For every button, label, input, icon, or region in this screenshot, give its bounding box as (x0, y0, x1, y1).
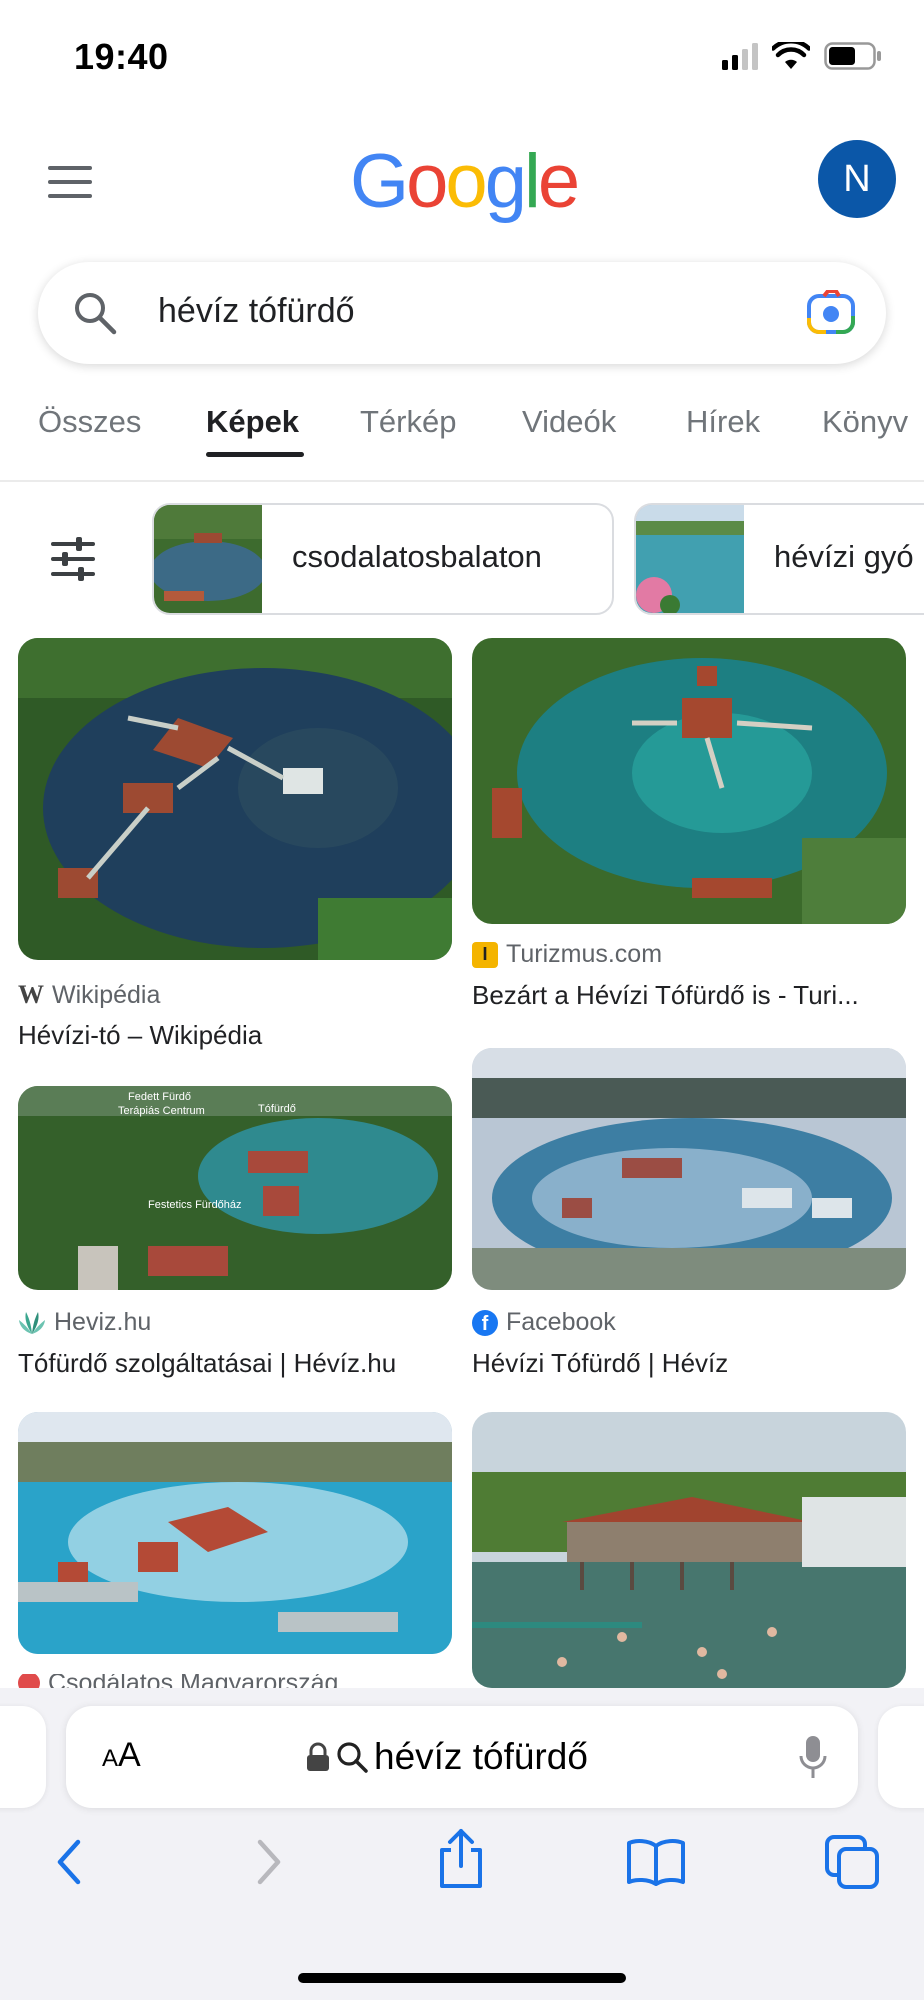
result-title[interactable]: Hévízi-tó – Wikipédia (18, 1020, 262, 1051)
image-result[interactable]: W Wikipédia Hévízi-tó – Wikipédia (18, 638, 452, 1058)
result-image[interactable] (18, 638, 452, 960)
home-indicator[interactable] (298, 1973, 626, 1983)
cellular-signal-icon (722, 42, 758, 70)
result-source[interactable]: f Facebook (472, 1308, 616, 1337)
text-size-button[interactable]: AA (102, 1736, 141, 1775)
forward-icon[interactable] (252, 1836, 286, 1888)
tab-books[interactable]: Könyv (822, 404, 908, 440)
result-image[interactable] (18, 1412, 452, 1654)
result-title[interactable]: Hévízi Tófürdő | Hévíz (472, 1348, 728, 1379)
filter-icon[interactable] (50, 536, 96, 582)
microphone-icon[interactable] (798, 1734, 828, 1780)
heviz-icon (19, 1311, 45, 1334)
browser-toolbar (0, 1828, 924, 1928)
menu-icon[interactable] (48, 166, 92, 198)
image-result[interactable]: Csodálatos Magyarország (18, 1412, 452, 1692)
address-bar[interactable]: AA hévíz tófürdő (66, 1706, 858, 1808)
previous-tab-preview[interactable] (0, 1706, 46, 1808)
lock-icon (307, 1742, 329, 1771)
battery-icon (824, 42, 881, 70)
chip-thumbnail (154, 505, 262, 613)
tab-maps[interactable]: Térkép (360, 404, 456, 440)
status-time: 19:40 (74, 36, 169, 77)
status-icons (722, 42, 882, 70)
result-image[interactable]: Fedett Fürdő Terápiás Centrum Tófürdő Fe… (18, 1086, 452, 1290)
facebook-icon: f (472, 1309, 498, 1336)
bookmarks-icon[interactable] (626, 1838, 686, 1886)
chip-hevizi[interactable]: hévízi gyó (634, 503, 924, 615)
result-source[interactable]: I Turizmus.com (472, 940, 662, 969)
chip-thumbnail (636, 505, 744, 613)
back-icon[interactable] (52, 1836, 86, 1888)
chip-label: csodalatosbalaton (292, 539, 542, 574)
tab-videos[interactable]: Videók (522, 404, 616, 440)
active-tab-indicator (206, 452, 304, 457)
tabs-icon[interactable] (824, 1834, 880, 1890)
search-icon (75, 293, 117, 335)
result-source-label: Turizmus.com (506, 940, 663, 968)
next-tab-preview[interactable] (878, 1706, 924, 1808)
google-lens-icon[interactable] (806, 290, 856, 336)
turizmus-icon: I (472, 941, 498, 968)
result-image[interactable] (472, 1412, 906, 1688)
image-result[interactable]: Fedett Fürdő Terápiás Centrum Tófürdő Fe… (18, 1086, 452, 1386)
result-image[interactable] (472, 638, 906, 924)
browser-bottom-bar: AA hévíz tófürdő (0, 1688, 924, 2000)
wikipedia-icon: W (18, 980, 44, 1009)
wifi-icon (772, 42, 810, 69)
chip-csodalatosbalaton[interactable]: csodalatosbalaton (152, 503, 614, 615)
google-header: Google N (0, 120, 924, 240)
result-title[interactable]: Bezárt a Hévízi Tófürdő is - Turi... (472, 980, 859, 1011)
status-bar: 19:40 (0, 0, 924, 110)
tab-images[interactable]: Képek (206, 404, 299, 440)
result-source-label: Heviz.hu (54, 1308, 152, 1336)
url-label: hévíz tófürdő (374, 1736, 588, 1777)
suggestion-chips: csodalatosbalaton hévízi gyó (0, 500, 924, 620)
result-title[interactable]: Tófürdő szolgáltatásai | Hévíz.hu (18, 1348, 396, 1379)
search-icon (337, 1742, 368, 1773)
image-result[interactable] (472, 1412, 906, 1688)
result-source[interactable]: Heviz.hu (18, 1308, 151, 1337)
result-source-label: Facebook (506, 1308, 616, 1336)
share-icon[interactable] (436, 1828, 486, 1890)
image-result[interactable]: f Facebook Hévízi Tófürdő | Hévíz (472, 1048, 906, 1388)
account-avatar[interactable]: N (818, 140, 896, 218)
image-annotation: Tófürdő (258, 1103, 296, 1115)
search-query[interactable]: hévíz tófürdő (158, 292, 355, 331)
image-result[interactable]: I Turizmus.com Bezárt a Hévízi Tófürdő i… (472, 638, 906, 1018)
tab-all[interactable]: Összes (38, 404, 141, 440)
result-source[interactable]: W Wikipédia (18, 980, 160, 1010)
chip-label: hévízi gyó (774, 539, 914, 574)
tab-news[interactable]: Hírek (686, 404, 760, 440)
result-image[interactable] (472, 1048, 906, 1290)
search-box[interactable]: hévíz tófürdő (38, 262, 886, 364)
image-annotation: Festetics Fürdőház (148, 1199, 242, 1211)
image-annotation: Fedett Fürdő (128, 1091, 191, 1103)
google-logo[interactable]: Google (350, 138, 580, 225)
search-tabs: Összes Képek Térkép Videók Hírek Könyv (0, 392, 924, 482)
image-annotation: Terápiás Centrum (118, 1105, 205, 1117)
address-text[interactable]: hévíz tófürdő (306, 1736, 588, 1778)
result-source-label: Wikipédia (52, 980, 161, 1009)
